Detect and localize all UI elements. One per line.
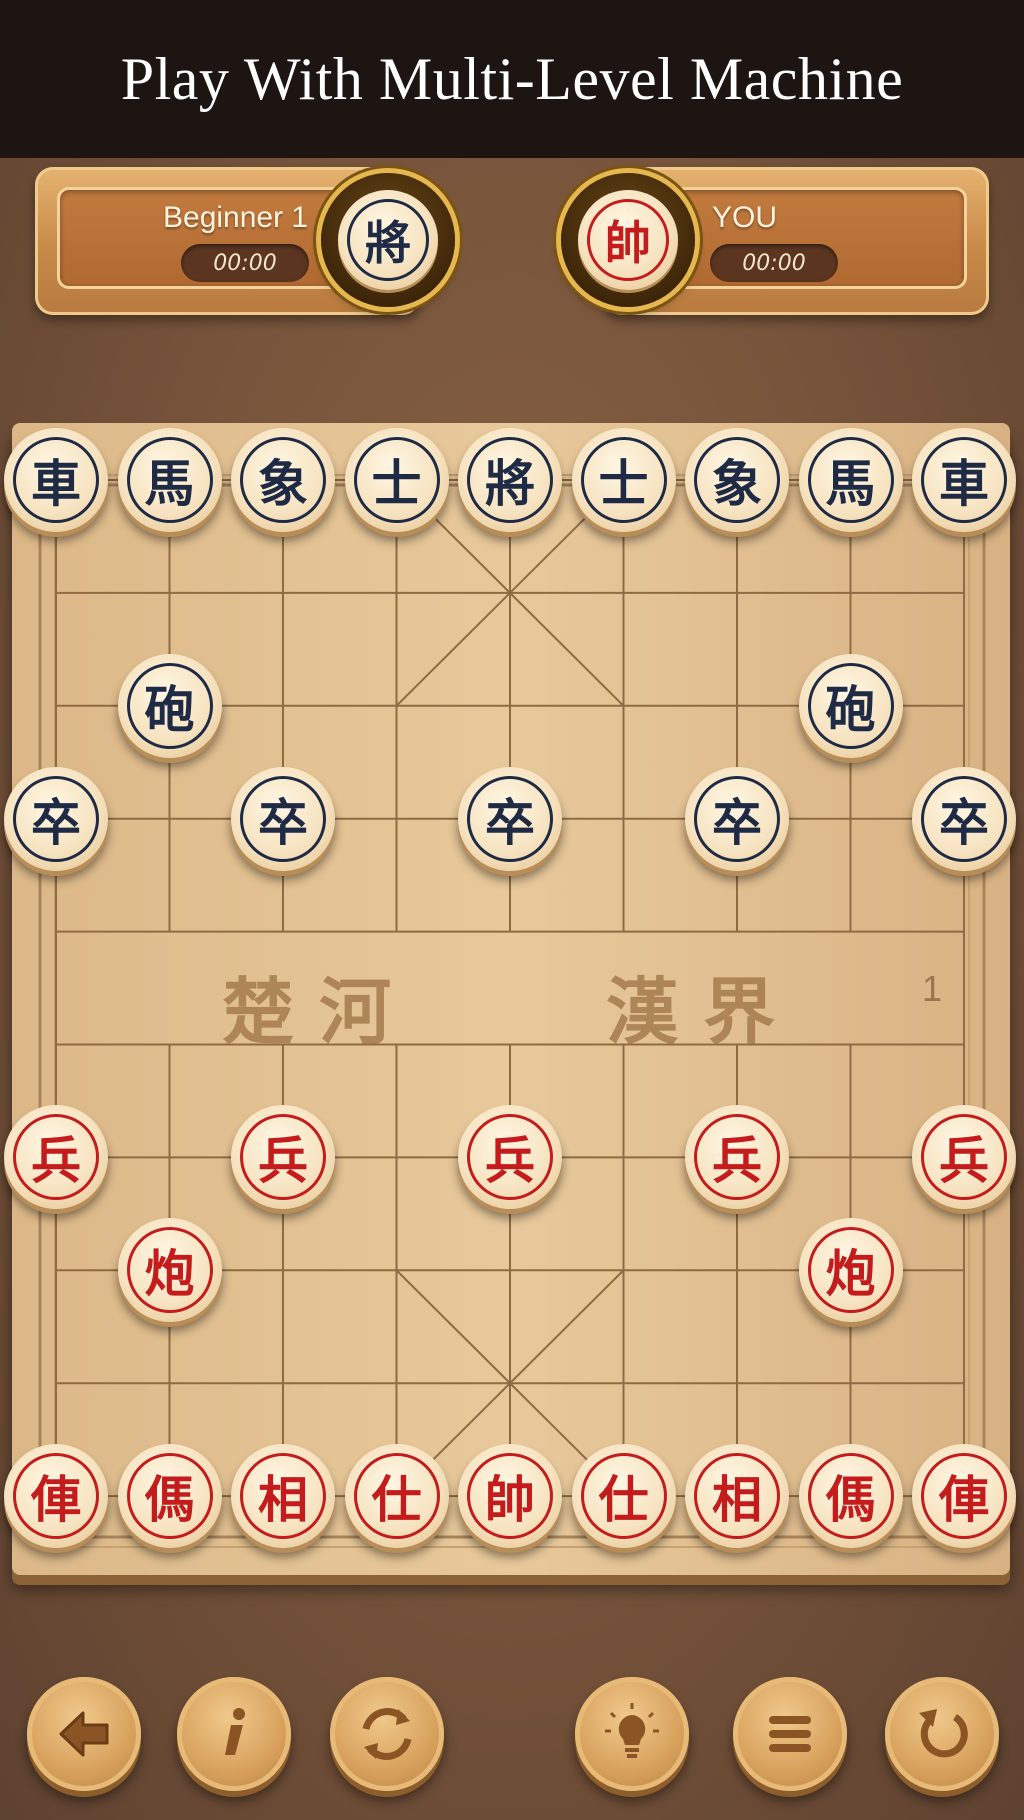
piece-black[interactable]: 車 [4, 428, 108, 532]
piece-red[interactable]: 兵 [912, 1105, 1016, 1210]
piece-label: 傌 [126, 1453, 213, 1540]
piece-label: 仕 [580, 1453, 667, 1540]
piece-label: 象 [240, 437, 326, 523]
piece-black[interactable]: 士 [571, 428, 676, 532]
piece-label: 帥 [467, 1453, 553, 1540]
menu-button[interactable] [733, 1677, 847, 1791]
piece-label: 馬 [126, 437, 213, 523]
piece-red[interactable]: 仕 [344, 1444, 449, 1549]
piece-black[interactable]: 象 [685, 428, 789, 532]
move-counter: 1 [922, 968, 943, 1009]
river-text-right: 漢 界 [606, 969, 776, 1054]
piece-label: 俥 [921, 1453, 1007, 1540]
piece-red[interactable]: 俥 [4, 1444, 108, 1549]
piece-black[interactable]: 卒 [231, 766, 335, 871]
refresh-icon [362, 1708, 412, 1760]
swap-sides-button[interactable] [330, 1677, 444, 1791]
piece-red[interactable]: 兵 [4, 1105, 108, 1210]
piece-label: 卒 [240, 775, 326, 862]
piece-black[interactable]: 馬 [798, 428, 903, 532]
piece-label: 兵 [694, 1114, 780, 1201]
piece-label: 炮 [126, 1227, 213, 1314]
piece-label: 相 [694, 1453, 780, 1540]
piece-label: 車 [921, 437, 1007, 523]
piece-label: 相 [240, 1453, 326, 1540]
undo-icon [919, 1709, 968, 1758]
back-button[interactable] [27, 1677, 141, 1791]
piece-label: 砲 [126, 662, 213, 749]
piece-red[interactable]: 傌 [798, 1444, 903, 1549]
piece-label: 車 [13, 437, 99, 523]
piece-label: 俥 [13, 1453, 99, 1540]
piece-label: 兵 [13, 1114, 99, 1201]
piece-label: 卒 [694, 775, 780, 862]
piece-red[interactable]: 兵 [458, 1105, 562, 1210]
menu-icon [769, 1716, 811, 1752]
undo-button[interactable] [885, 1677, 999, 1791]
river-text-left: 楚 河 [222, 969, 392, 1054]
lightbulb-icon [605, 1703, 659, 1758]
piece-red[interactable]: 炮 [117, 1218, 222, 1323]
info-icon [225, 1708, 245, 1755]
piece-red[interactable]: 俥 [912, 1444, 1016, 1549]
piece-red[interactable]: 炮 [798, 1218, 903, 1323]
piece-label: 將 [467, 437, 553, 523]
piece-label: 卒 [13, 775, 99, 862]
piece-red[interactable]: 傌 [117, 1444, 222, 1549]
piece-label: 馬 [807, 437, 894, 523]
piece-label: 兵 [921, 1114, 1007, 1201]
piece-label: 砲 [807, 662, 894, 749]
piece-black[interactable]: 馬 [117, 428, 222, 532]
piece-black[interactable]: 砲 [798, 653, 903, 758]
piece-label: 仕 [353, 1453, 440, 1540]
info-button[interactable] [177, 1677, 291, 1791]
piece-label: 兵 [240, 1114, 326, 1201]
piece-red[interactable]: 相 [685, 1444, 789, 1549]
arrow-left-icon [59, 1711, 109, 1757]
piece-black[interactable]: 車 [912, 428, 1016, 532]
piece-black[interactable]: 卒 [4, 766, 108, 871]
piece-black[interactable]: 象 [231, 428, 335, 532]
piece-label: 兵 [467, 1114, 553, 1201]
hint-button[interactable] [575, 1677, 689, 1791]
piece-label: 卒 [921, 775, 1007, 862]
piece-label: 卒 [467, 775, 553, 862]
piece-label: 傌 [807, 1453, 894, 1540]
piece-red[interactable]: 相 [231, 1444, 335, 1549]
piece-label: 士 [353, 437, 440, 523]
piece-label: 象 [694, 437, 780, 523]
piece-black[interactable]: 將 [458, 428, 562, 532]
piece-black[interactable]: 卒 [912, 766, 1016, 871]
piece-black[interactable]: 卒 [685, 766, 789, 871]
piece-black[interactable]: 卒 [458, 766, 562, 871]
piece-label: 炮 [807, 1227, 894, 1314]
piece-red[interactable]: 兵 [685, 1105, 789, 1210]
piece-red[interactable]: 兵 [231, 1105, 335, 1210]
piece-black[interactable]: 士 [344, 428, 449, 532]
piece-label: 士 [580, 437, 667, 523]
piece-red[interactable]: 帥 [458, 1444, 562, 1549]
piece-black[interactable]: 砲 [117, 653, 222, 758]
piece-red[interactable]: 仕 [571, 1444, 676, 1549]
